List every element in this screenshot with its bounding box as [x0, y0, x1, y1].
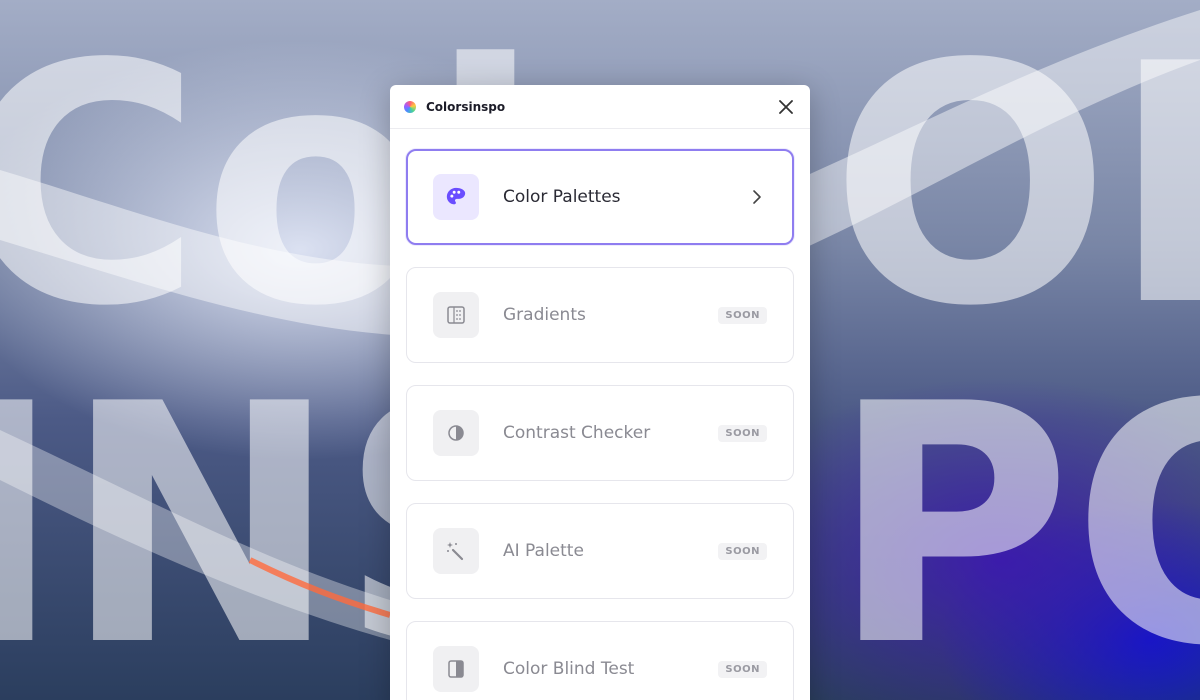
gradient-icon — [433, 292, 479, 338]
soon-badge: SOON — [718, 660, 767, 678]
menu-item-ai-palette[interactable]: AI Palette SOON — [406, 503, 794, 599]
app-title: Colorsinspo — [426, 99, 506, 114]
magic-wand-icon — [433, 528, 479, 574]
menu-item-label: Color Palettes — [503, 187, 621, 207]
close-icon — [779, 99, 793, 114]
close-button[interactable] — [776, 97, 796, 117]
menu-item-color-blind-test[interactable]: Color Blind Test SOON — [406, 621, 794, 700]
desktop-background: Col OI INS PO Colorsinspo — [0, 0, 1200, 700]
palette-icon — [433, 174, 479, 220]
menu-item-gradients[interactable]: Gradients SOON — [406, 267, 794, 363]
menu-item-label: AI Palette — [503, 541, 584, 561]
tools-menu: Color Palettes Gradients SOON Contrast C… — [390, 129, 810, 700]
contrast-icon — [433, 410, 479, 456]
menu-item-label: Color Blind Test — [503, 659, 635, 679]
menu-item-color-palettes[interactable]: Color Palettes — [406, 149, 794, 245]
menu-item-label: Gradients — [503, 305, 586, 325]
extension-popup: Colorsinspo Color Palettes Gradients SOO… — [390, 85, 810, 700]
soon-badge: SOON — [718, 424, 767, 442]
colorsinspo-logo-icon — [404, 100, 416, 113]
menu-item-label: Contrast Checker — [503, 423, 651, 443]
popup-header: Colorsinspo — [390, 85, 810, 129]
chevron-right-icon — [747, 187, 767, 207]
color-blind-icon — [433, 646, 479, 692]
background-text-2-right: PO — [830, 334, 1200, 700]
soon-badge: SOON — [718, 306, 767, 324]
menu-item-contrast-checker[interactable]: Contrast Checker SOON — [406, 385, 794, 481]
soon-badge: SOON — [718, 542, 767, 560]
